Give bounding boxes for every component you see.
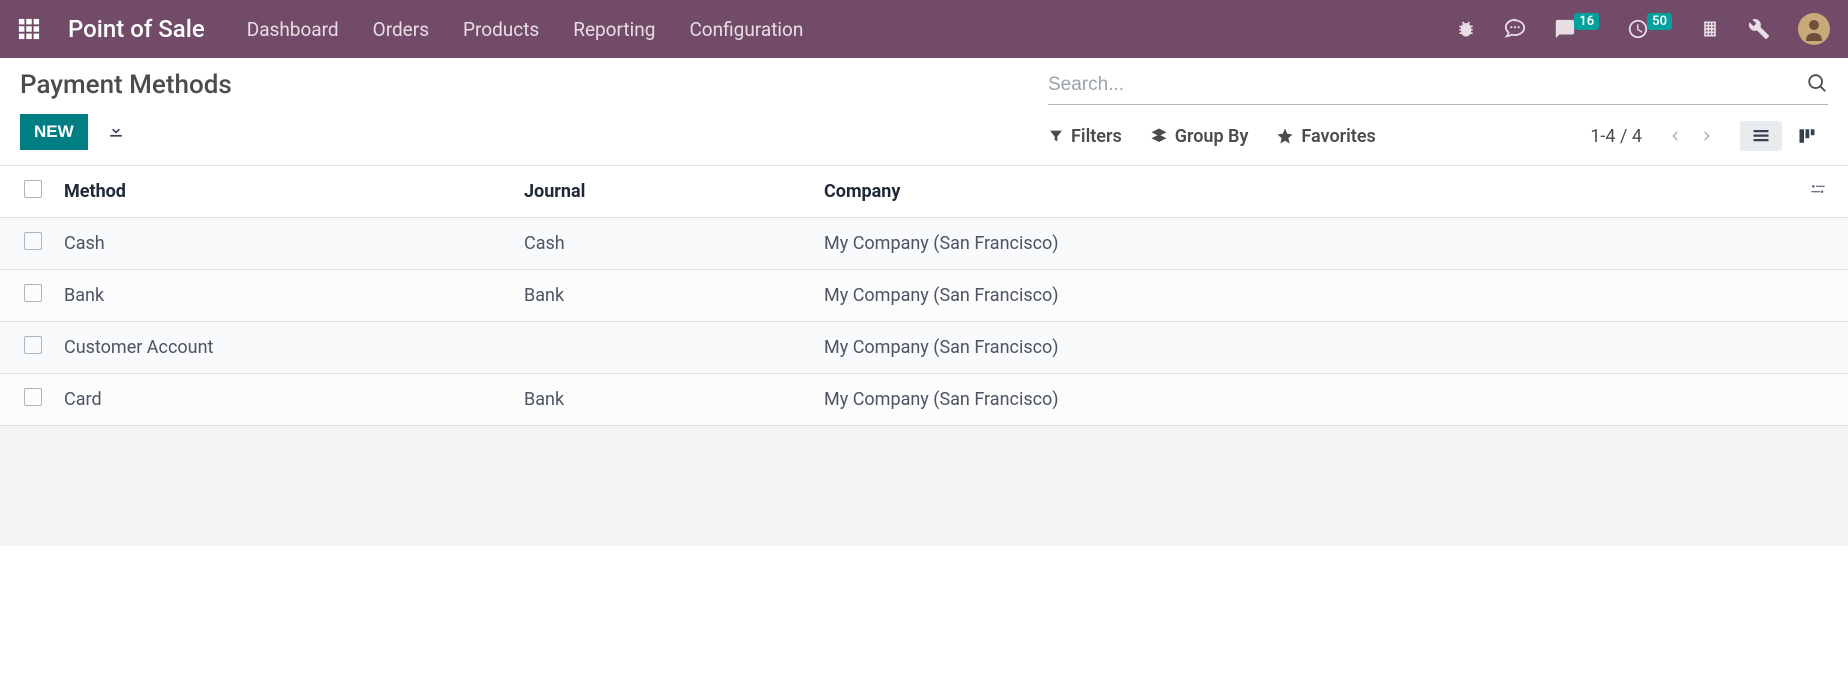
cell-company: My Company (San Francisco) — [814, 270, 1798, 322]
groupby-button[interactable]: Group By — [1150, 126, 1249, 147]
groupby-label: Group By — [1175, 126, 1249, 147]
row-checkbox[interactable] — [24, 284, 42, 302]
nav-item-reporting[interactable]: Reporting — [573, 18, 655, 41]
cell-method: Customer Account — [54, 322, 514, 374]
table-row[interactable]: Customer Account My Company (San Francis… — [0, 322, 1848, 374]
payment-methods-table: Method Journal Company Cash Cash My Comp… — [0, 166, 1848, 426]
cell-method: Bank — [54, 270, 514, 322]
import-icon[interactable] — [106, 120, 126, 144]
search-icon[interactable] — [1806, 72, 1828, 98]
building-icon[interactable] — [1700, 19, 1720, 39]
nav-item-dashboard[interactable]: Dashboard — [247, 18, 339, 41]
phone-icon[interactable] — [1504, 18, 1526, 40]
cell-journal: Bank — [514, 270, 814, 322]
nav-item-orders[interactable]: Orders — [373, 18, 429, 41]
top-navbar: Point of Sale Dashboard Orders Products … — [0, 0, 1848, 58]
filters-label: Filters — [1071, 126, 1122, 147]
control-panel: Payment Methods NEW Filters Group — [0, 58, 1848, 166]
list-view-button[interactable] — [1740, 121, 1782, 151]
page-title: Payment Methods — [20, 70, 232, 100]
table-row[interactable]: Bank Bank My Company (San Francisco) — [0, 270, 1848, 322]
header-journal[interactable]: Journal — [514, 166, 814, 218]
activities-badge: 50 — [1647, 13, 1672, 30]
cell-journal: Cash — [514, 218, 814, 270]
kanban-view-button[interactable] — [1786, 121, 1828, 151]
table-row[interactable]: Card Bank My Company (San Francisco) — [0, 374, 1848, 426]
apps-icon[interactable] — [18, 18, 40, 40]
search-input[interactable] — [1048, 70, 1806, 100]
header-company[interactable]: Company — [814, 166, 1798, 218]
footer-space — [0, 426, 1848, 546]
pager-prev[interactable] — [1662, 123, 1688, 149]
pager-next[interactable] — [1694, 123, 1720, 149]
messages-badge: 16 — [1574, 13, 1599, 30]
filters-button[interactable]: Filters — [1048, 126, 1122, 147]
cell-method: Card — [54, 374, 514, 426]
cell-journal — [514, 322, 814, 374]
favorites-label: Favorites — [1301, 126, 1375, 147]
clock-icon[interactable]: 50 — [1627, 18, 1672, 40]
messages-icon[interactable]: 16 — [1554, 18, 1599, 40]
row-checkbox[interactable] — [24, 336, 42, 354]
table-row[interactable]: Cash Cash My Company (San Francisco) — [0, 218, 1848, 270]
cell-company: My Company (San Francisco) — [814, 374, 1798, 426]
nav-item-configuration[interactable]: Configuration — [689, 18, 803, 41]
cell-method: Cash — [54, 218, 514, 270]
avatar[interactable] — [1798, 13, 1830, 45]
nav-menu: Dashboard Orders Products Reporting Conf… — [247, 18, 804, 41]
row-checkbox[interactable] — [24, 232, 42, 250]
cell-company: My Company (San Francisco) — [814, 218, 1798, 270]
header-method[interactable]: Method — [54, 166, 514, 218]
pager-text[interactable]: 1-4 / 4 — [1590, 126, 1642, 147]
select-all-checkbox[interactable] — [24, 180, 42, 198]
app-title[interactable]: Point of Sale — [68, 15, 205, 43]
row-checkbox[interactable] — [24, 388, 42, 406]
cell-journal: Bank — [514, 374, 814, 426]
columns-options-icon[interactable] — [1808, 181, 1828, 202]
tools-icon[interactable] — [1748, 18, 1770, 40]
new-button[interactable]: NEW — [20, 114, 88, 150]
bug-icon[interactable] — [1456, 19, 1476, 39]
cell-company: My Company (San Francisco) — [814, 322, 1798, 374]
nav-item-products[interactable]: Products — [463, 18, 539, 41]
favorites-button[interactable]: Favorites — [1276, 126, 1375, 147]
